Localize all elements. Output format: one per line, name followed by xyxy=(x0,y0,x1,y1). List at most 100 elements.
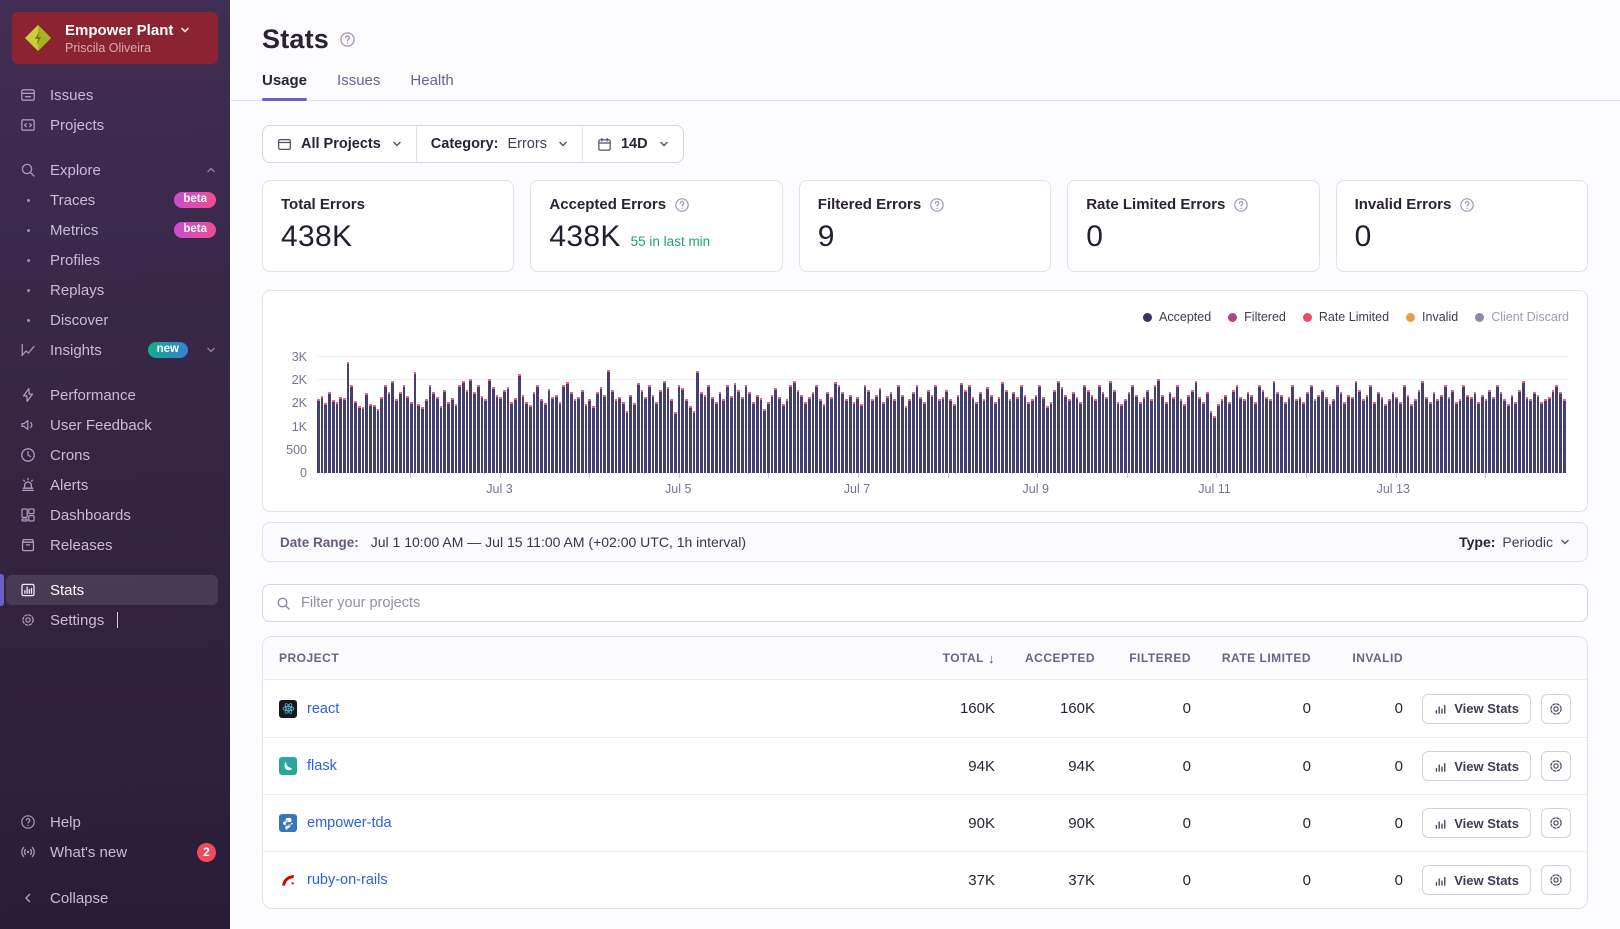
bar xyxy=(822,404,826,473)
tab-issues[interactable]: Issues xyxy=(337,72,380,100)
project-link[interactable]: ruby-on-rails xyxy=(307,872,388,888)
bar-chart-small-icon xyxy=(1434,874,1447,887)
column-header-project[interactable]: PROJECT xyxy=(279,651,899,665)
help-icon[interactable] xyxy=(1233,197,1249,213)
bar-cap xyxy=(707,385,711,388)
stat-card-value: 0 xyxy=(1354,220,1372,253)
sidebar-item-profiles[interactable]: Profiles xyxy=(0,245,230,275)
project-settings-button[interactable] xyxy=(1541,751,1571,781)
sidebar-item-insights[interactable]: Insights new xyxy=(0,335,230,365)
view-stats-button[interactable]: View Stats xyxy=(1422,693,1531,724)
legend-item-rate-limited[interactable]: Rate Limited xyxy=(1302,310,1389,324)
bar xyxy=(845,399,848,473)
help-icon[interactable] xyxy=(929,197,945,213)
sidebar-item-help[interactable]: Help xyxy=(0,807,230,837)
tabs: Usage Issues Health xyxy=(230,72,1620,101)
bar xyxy=(1153,384,1157,473)
bar-cap xyxy=(350,384,354,387)
column-header-filtered[interactable]: FILTERED xyxy=(1095,651,1191,665)
bar xyxy=(607,370,610,473)
project-search-input[interactable] xyxy=(301,595,1574,611)
view-stats-label: View Stats xyxy=(1454,815,1519,831)
bar-cap xyxy=(502,390,506,393)
bar xyxy=(1492,397,1495,473)
bar-cap xyxy=(938,399,941,402)
project-filter-dropdown[interactable]: All Projects xyxy=(263,126,416,162)
bar-cap xyxy=(800,394,804,397)
sidebar-item-explore[interactable]: Explore xyxy=(0,155,230,185)
category-filter-dropdown[interactable]: Category: Errors xyxy=(415,126,582,162)
bar-cap xyxy=(1057,380,1060,383)
page-help-icon[interactable] xyxy=(339,31,356,48)
sidebar-item-crons[interactable]: Crons xyxy=(0,440,230,470)
sidebar-item-user-feedback[interactable]: User Feedback xyxy=(0,410,230,440)
legend-item-filtered[interactable]: Filtered xyxy=(1228,310,1286,324)
project-link[interactable]: empower-tda xyxy=(307,815,392,831)
help-icon[interactable] xyxy=(674,197,690,213)
legend-item-client-discard[interactable]: Client Discard xyxy=(1475,310,1569,324)
column-header-total[interactable]: TOTAL ↓ xyxy=(899,651,995,666)
cell-accepted: 90K xyxy=(1068,814,1095,832)
project-settings-button[interactable] xyxy=(1541,693,1571,724)
view-stats-button[interactable]: View Stats xyxy=(1422,751,1531,781)
bar xyxy=(506,386,510,473)
legend-item-accepted[interactable]: Accepted xyxy=(1143,310,1211,324)
chart-type-dropdown[interactable]: Type: Periodic xyxy=(1459,534,1570,550)
sidebar-item-stats[interactable]: Stats xyxy=(0,574,218,606)
sidebar-item-settings[interactable]: Settings xyxy=(0,605,230,635)
sidebar-item-issues[interactable]: Issues xyxy=(0,80,230,110)
sidebar-item-what-s-new[interactable]: What's new 2 xyxy=(0,837,230,867)
cell-total: 90K xyxy=(968,814,995,832)
tab-health[interactable]: Health xyxy=(410,72,453,100)
bar xyxy=(670,399,673,473)
legend-item-invalid[interactable]: Invalid xyxy=(1406,310,1458,324)
bar xyxy=(383,385,387,473)
bar-chart-small-icon xyxy=(1434,760,1447,773)
bar xyxy=(618,397,621,473)
bar-cap xyxy=(956,394,960,397)
sidebar-item-collapse[interactable]: Collapse xyxy=(0,883,230,913)
sidebar-item-label: Releases xyxy=(50,536,113,554)
org-switcher[interactable]: Empower Plant Priscila Oliveira xyxy=(12,12,218,64)
legend-label: Accepted xyxy=(1159,310,1212,324)
bar-cap xyxy=(1090,394,1094,397)
sidebar-item-alerts[interactable]: Alerts xyxy=(0,470,230,500)
gear-icon xyxy=(18,612,38,628)
column-header-invalid[interactable]: INVALID xyxy=(1311,651,1403,665)
help-icon[interactable] xyxy=(1459,197,1475,213)
tab-usage[interactable]: Usage xyxy=(262,72,308,101)
project-link[interactable]: react xyxy=(307,701,339,717)
sidebar-item-metrics[interactable]: Metrics beta xyxy=(0,215,230,245)
bar-cap xyxy=(1432,392,1436,395)
bar xyxy=(1172,397,1176,473)
column-header-rate-limited[interactable]: RATE LIMITED xyxy=(1191,651,1311,665)
bar xyxy=(1551,390,1555,473)
project-settings-button[interactable] xyxy=(1541,808,1571,838)
project-link[interactable]: flask xyxy=(307,758,337,774)
column-header-accepted[interactable]: ACCEPTED xyxy=(995,651,1095,665)
chevron-down-icon xyxy=(180,25,190,35)
sidebar-item-replays[interactable]: Replays xyxy=(0,275,230,305)
sidebar-item-traces[interactable]: Traces beta xyxy=(0,185,230,215)
sidebar-item-releases[interactable]: Releases xyxy=(0,530,230,560)
project-settings-button[interactable] xyxy=(1541,865,1571,895)
sidebar-item-dashboards[interactable]: Dashboards xyxy=(0,500,230,530)
x-axis-tick xyxy=(1126,473,1128,478)
bar-cap xyxy=(1440,394,1443,397)
bar-cap xyxy=(547,388,551,391)
bar xyxy=(1518,390,1521,473)
sidebar-item-discover[interactable]: Discover xyxy=(0,305,230,335)
view-stats-button[interactable]: View Stats xyxy=(1422,808,1531,838)
collapse-icon xyxy=(18,890,38,906)
active-item-accent xyxy=(0,574,4,606)
sidebar-nav: Issues Projects Explore Traces beta Metrics be… xyxy=(0,80,230,635)
bar-cap xyxy=(1038,385,1042,388)
view-stats-button[interactable]: View Stats xyxy=(1422,865,1531,895)
sidebar-item-label: Profiles xyxy=(50,251,101,269)
sidebar-item-performance[interactable]: Performance xyxy=(0,380,230,410)
sidebar-item-projects[interactable]: Projects xyxy=(0,110,230,140)
date-range-dropdown[interactable]: 14D xyxy=(581,126,683,162)
bar xyxy=(796,390,800,473)
bar-cap xyxy=(1454,401,1458,404)
bar xyxy=(588,399,592,473)
